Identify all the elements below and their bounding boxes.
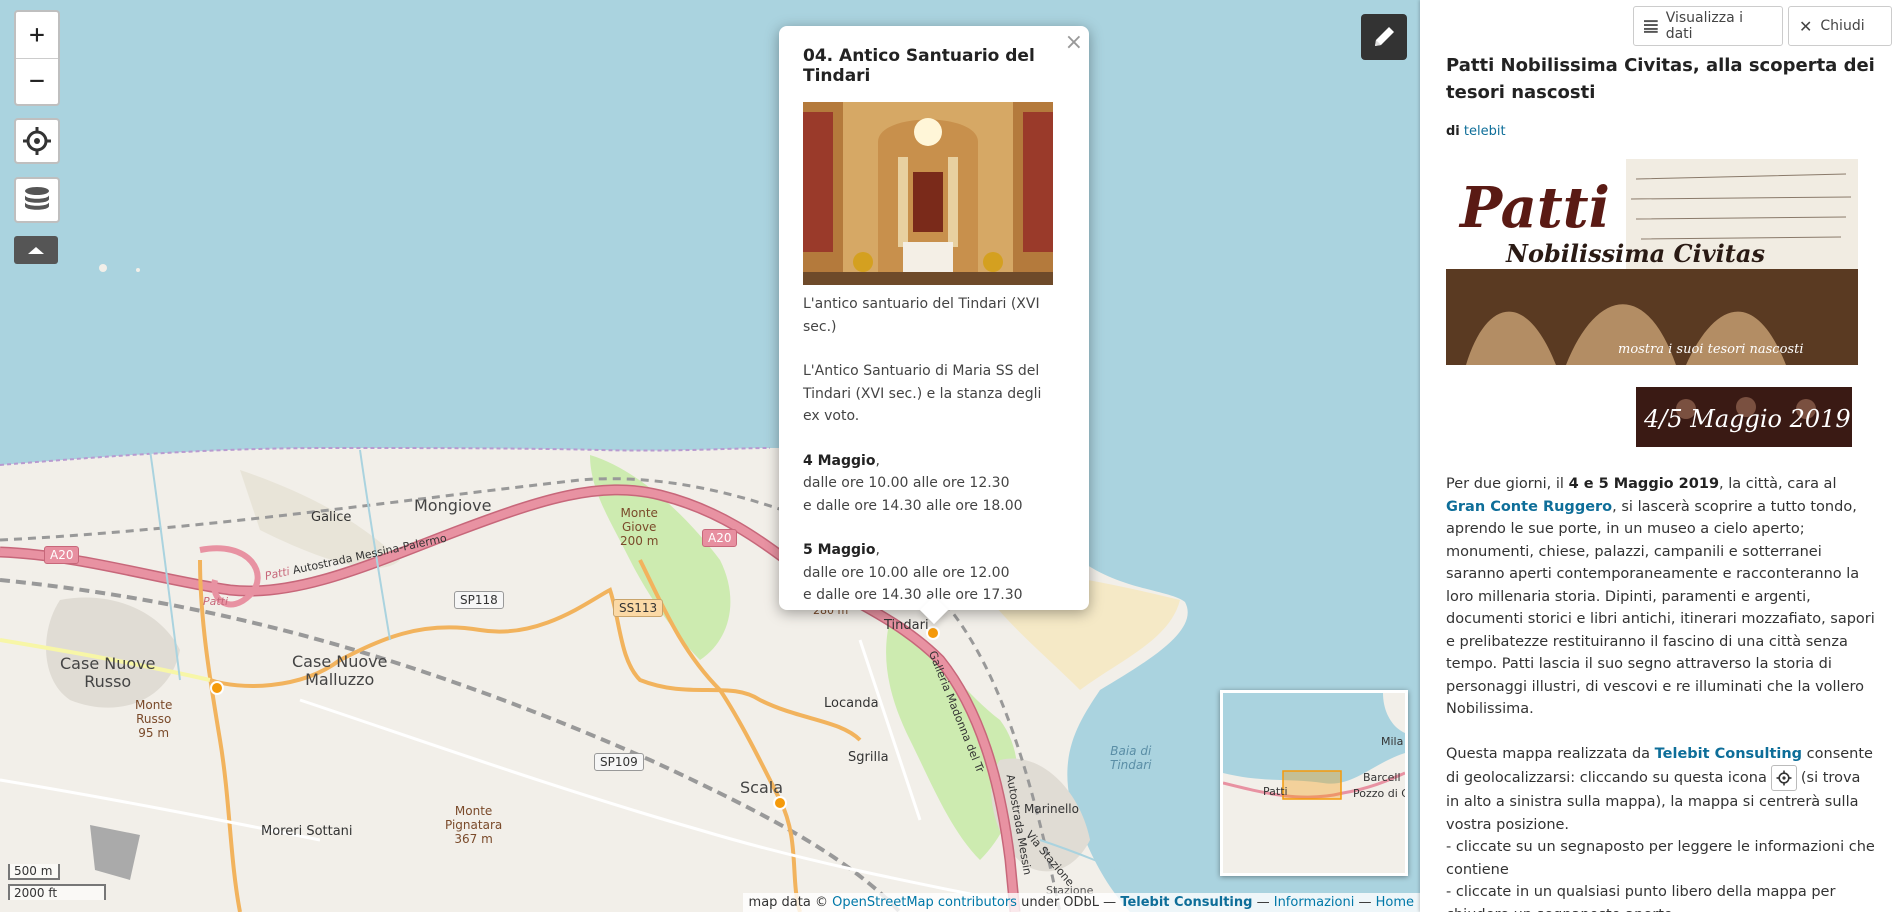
author-link[interactable]: telebit [1464,124,1506,139]
road-label-patti: Patti [203,595,229,608]
popup-day1-hours: 4 Maggio, dalle ore 10.00 alle ore 12.30… [803,452,1023,514]
marker-popup: × 04. Antico Santuario del Tindari L'ant… [779,26,1089,610]
zoom-out-button[interactable]: − [16,59,58,105]
map-canvas[interactable]: Galice Mongiove Monte Giove 200 m Case Nuo… [0,0,1420,912]
gran-conte-ruggero-link[interactable]: Gran Conte Ruggero [1446,499,1612,515]
howto-paragraph: Questa mappa realizzata da Telebit Consu… [1446,745,1875,912]
poi-marker[interactable] [210,681,224,695]
minimap-label-barcell: Barcell [1363,771,1401,784]
minimap-label-pozzo: Pozzo di G [1353,787,1408,800]
poi-marker[interactable] [926,626,940,640]
close-panel-button[interactable]: ✕ Chiudi [1788,6,1892,46]
database-icon [25,187,49,210]
place-label-locanda: Locanda [824,696,879,711]
map-tiles [0,264,1191,912]
santuario-photo [803,102,1053,285]
intro-paragraph: Per due giorni, il 4 e 5 Maggio 2019, la… [1446,476,1875,717]
popup-description: L'Antico Santuario di Maria SS del Tinda… [803,363,1042,424]
place-label-tindari: Tindari [884,618,929,633]
banner-subtitle: Nobilissima Civitas [1506,239,1765,268]
info-link[interactable]: Informazioni [1274,895,1355,910]
road-shield-a20: A20 [44,546,80,564]
poi-marker[interactable] [773,796,787,810]
place-label-scala: Scala [740,778,784,797]
crosshair-icon [23,127,51,155]
popup-close-button[interactable]: × [1065,30,1083,55]
locate-button[interactable] [14,118,60,164]
road-shield-sp118: SP118 [454,591,504,609]
popup-title: 04. Antico Santuario del Tindari [803,46,1035,86]
scale-imperial: 2000 ft [8,884,106,900]
crosshair-icon [1770,765,1797,791]
caret-up-icon [28,247,44,254]
peak-label-monte-giove: Monte Giove 200 m [620,506,659,548]
minimap[interactable]: Patti Barcell Mila Pozzo di G [1220,690,1408,876]
place-label-marinello: Marinello [1024,802,1079,816]
home-link[interactable]: Home [1376,895,1414,910]
close-icon: ✕ [1799,16,1813,36]
road-shield-sp109: SP109 [594,753,644,771]
popup-caption: L'antico santuario del Tindari (XVI sec.… [803,296,1040,335]
zoom-in-button[interactable]: + [16,12,58,59]
map-attribution: map data © OpenStreetMap contributors un… [742,893,1420,912]
telebit-link[interactable]: Telebit Consulting [1120,895,1252,910]
place-label-mongiove: Mongiove [414,496,492,515]
osm-link[interactable]: OpenStreetMap contributors [832,895,1017,910]
edit-map-button[interactable] [1361,14,1407,60]
popup-day2-hours: 5 Maggio, dalle ore 10.00 alle ore 12.00… [803,542,1023,603]
side-panel: Visualizza i dati ✕ Chiudi Patti Nobilis… [1420,0,1899,912]
minimap-label-mila: Mila [1381,735,1404,748]
place-label-galice: Galice [311,510,352,525]
byline: di telebit [1446,124,1506,139]
banner-title: Patti [1460,175,1610,241]
road-shield-a20: A20 [702,529,738,547]
layers-button[interactable] [14,177,60,223]
scale-metric: 500 m [8,864,60,880]
view-data-button[interactable]: Visualizza i dati [1633,6,1783,46]
map-title: Patti Nobilissima Civitas, alla scoperta… [1446,55,1875,103]
banner-dates: 4/5 Maggio 2019 [1644,405,1851,433]
minimap-label-patti: Patti [1263,785,1288,798]
peak-label-monte-pignatara: Monte Pignatara 367 m [445,804,503,846]
place-label-sgrilla: Sgrilla [848,750,889,765]
place-label-moreri-sottani: Moreri Sottani [261,824,353,839]
water-label-baia-di-tindari: Baia di Tindari [1110,744,1152,772]
telebit-consulting-link[interactable]: Telebit Consulting [1655,746,1802,762]
pencil-icon [1375,27,1394,46]
banner-tagline: mostra i suoi tesori nascosti [1618,342,1804,357]
event-banner: Patti Nobilissima Civitas mostra i suoi … [1446,159,1858,451]
table-icon [1644,20,1658,33]
place-label-case-nuove-malluzzo: Case Nuove Malluzzo [292,652,388,689]
zoom-control: + − [14,10,60,106]
collapse-controls-button[interactable] [14,236,58,264]
peak-label-monte-russo: Monte Russo 95 m [135,698,173,740]
place-label-case-nuove-russo: Case Nuove Russo [60,654,156,691]
road-shield-ss113: SS113 [613,599,664,617]
